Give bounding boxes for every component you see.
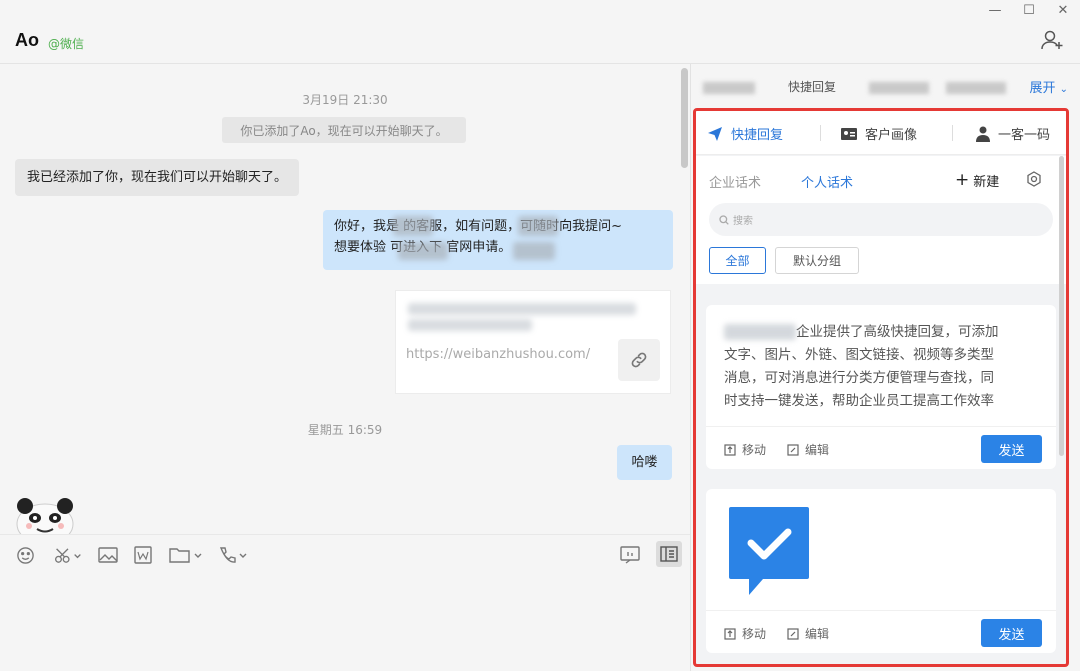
tab-enterprise-scripts[interactable]: 企业话术 bbox=[709, 172, 761, 191]
edit-button[interactable]: 编辑 bbox=[787, 441, 829, 458]
tab-one-customer-one-code[interactable]: 一客一码 bbox=[976, 124, 1050, 143]
tab-divider bbox=[820, 125, 821, 141]
card-line: 时支持一键发送，帮助企业员工提高工作效率 bbox=[724, 393, 994, 409]
word-icon[interactable] bbox=[134, 545, 152, 565]
tab-quick-reply-top[interactable]: 快捷回复 bbox=[788, 78, 836, 95]
add-user-icon[interactable] bbox=[1040, 28, 1064, 52]
redaction-blur bbox=[513, 242, 555, 260]
card-footer: 移动 编辑 发送 bbox=[706, 610, 1056, 653]
quick-reply-card[interactable]: 移动 编辑 发送 bbox=[706, 489, 1056, 653]
outgoing-message[interactable]: 哈喽 bbox=[617, 445, 672, 480]
redaction-blur bbox=[946, 82, 1006, 94]
chat-header: Ao @微信 bbox=[0, 20, 1080, 64]
timestamp: 星期五 16:59 bbox=[307, 423, 383, 437]
new-label: 新建 bbox=[973, 175, 1000, 190]
card-line: 消息，可对消息进行分类方便管理与查找，同 bbox=[724, 370, 994, 386]
plus-icon: + bbox=[955, 170, 970, 190]
tab-personal-scripts[interactable]: 个人话术 bbox=[801, 172, 853, 191]
expand-label: 展开 bbox=[1029, 81, 1056, 96]
card-line: 文字、图片、外链、图文链接、视频等多类型 bbox=[724, 347, 994, 363]
panel-divider[interactable] bbox=[690, 64, 691, 671]
message-input[interactable] bbox=[0, 576, 690, 671]
redaction-blur bbox=[398, 242, 448, 260]
send-button[interactable]: 发送 bbox=[981, 619, 1042, 647]
expand-button[interactable]: 展开 ⌄ bbox=[1029, 77, 1068, 96]
tab-label: 客户画像 bbox=[865, 128, 918, 143]
send-plane-icon bbox=[708, 126, 722, 141]
contact-name[interactable]: Ao bbox=[15, 30, 39, 51]
message-line: 想要体验 可进入下 官网申请。 bbox=[334, 240, 512, 255]
quick-reply-panel: 快捷回复 客户画像 一客一码 企业话术 个人话术 + 新建 搜索 全部 默认分组 … bbox=[693, 108, 1069, 667]
incoming-message[interactable]: 我已经添加了你，现在我们可以开始聊天了。 bbox=[15, 159, 300, 196]
link-card[interactable]: https://weibanzhushou.com/ bbox=[395, 290, 671, 394]
edit-button[interactable]: 编辑 bbox=[787, 625, 829, 642]
checkmark-chat-image bbox=[727, 505, 811, 595]
emoji-icon[interactable] bbox=[16, 545, 35, 565]
redaction-blur bbox=[393, 216, 433, 236]
move-button[interactable]: 移动 bbox=[724, 625, 766, 642]
search-placeholder: 搜索 bbox=[733, 216, 753, 227]
scissors-icon[interactable] bbox=[53, 545, 83, 565]
tab-label: 一客一码 bbox=[998, 128, 1051, 143]
search-icon bbox=[719, 214, 729, 225]
redaction-blur bbox=[408, 303, 636, 315]
new-button[interactable]: + 新建 bbox=[955, 170, 1000, 191]
move-label: 移动 bbox=[742, 627, 767, 641]
move-icon bbox=[724, 443, 736, 456]
timestamp: 3月19日 21:30 bbox=[302, 93, 388, 107]
redaction-blur bbox=[408, 319, 532, 331]
link-icon[interactable] bbox=[618, 339, 660, 381]
quick-reply-card[interactable]: 企业提供了高级快捷回复，可添加 文字、图片、外链、图文链接、视频等多类型 消息，… bbox=[706, 305, 1056, 469]
move-button[interactable]: 移动 bbox=[724, 441, 766, 458]
filter-all[interactable]: 全部 bbox=[709, 247, 766, 274]
search-input[interactable]: 搜索 bbox=[709, 203, 1053, 236]
contact-tag: @微信 bbox=[48, 37, 85, 51]
chat-messages[interactable]: 3月19日 21:30 你已添加了Ao，现在可以开始聊天了。 我已经添加了你，现… bbox=[0, 64, 690, 534]
redaction-blur bbox=[724, 324, 796, 340]
sidebar-panel-icon[interactable] bbox=[656, 541, 682, 567]
card-text: 企业提供了高级快捷回复，可添加 文字、图片、外链、图文链接、视频等多类型 消息，… bbox=[724, 321, 1039, 413]
redaction-blur bbox=[518, 216, 558, 236]
filter-default-group[interactable]: 默认分组 bbox=[775, 247, 859, 274]
chevron-down-icon: ⌄ bbox=[1059, 84, 1068, 95]
redaction-blur bbox=[869, 82, 929, 94]
system-message: 你已添加了Ao，现在可以开始聊天了。 bbox=[222, 117, 466, 143]
chat-scrollbar[interactable] bbox=[681, 68, 688, 168]
edit-label: 编辑 bbox=[805, 627, 830, 641]
quick-reply-controls: 企业话术 个人话术 + 新建 搜索 全部 默认分组 bbox=[696, 156, 1066, 284]
panel-tabs: 快捷回复 客户画像 一客一码 bbox=[696, 111, 1066, 155]
edit-icon bbox=[787, 627, 799, 640]
move-icon bbox=[724, 627, 736, 640]
window-controls: — ☐ ✕ bbox=[978, 0, 1080, 20]
outgoing-message[interactable]: 你好，我是 的客服，如有问题，可随时向我提问~ 想要体验 可进入下 官网申请。 bbox=[323, 210, 673, 270]
tab-label: 快捷回复 bbox=[731, 128, 784, 143]
send-button[interactable]: 发送 bbox=[981, 435, 1042, 463]
message-line: 你好，我是 的客服，如有问题，可随时向我提问~ bbox=[334, 219, 623, 234]
close-button[interactable]: ✕ bbox=[1046, 0, 1080, 20]
tab-divider bbox=[952, 125, 953, 141]
tab-quick-reply[interactable]: 快捷回复 bbox=[707, 124, 783, 143]
move-label: 移动 bbox=[742, 443, 767, 457]
edit-icon bbox=[787, 443, 799, 456]
image-icon[interactable] bbox=[98, 545, 118, 565]
tab-customer-profile[interactable]: 客户画像 bbox=[841, 124, 917, 143]
input-toolbar bbox=[0, 534, 690, 576]
chat-record-icon[interactable] bbox=[620, 545, 640, 565]
phone-icon[interactable] bbox=[218, 545, 248, 565]
edit-label: 编辑 bbox=[805, 443, 830, 457]
id-card-icon bbox=[841, 127, 857, 140]
person-icon bbox=[976, 126, 990, 142]
minimize-button[interactable]: — bbox=[978, 0, 1012, 20]
right-panel-header: 快捷回复 展开 ⌄ bbox=[691, 64, 1080, 107]
redaction-blur bbox=[703, 82, 755, 94]
gear-icon[interactable] bbox=[1026, 171, 1042, 187]
folder-icon[interactable] bbox=[169, 545, 203, 565]
panda-sticker-image[interactable] bbox=[15, 496, 75, 534]
link-url[interactable]: https://weibanzhushou.com/ bbox=[406, 347, 590, 362]
card-line: 企业提供了高级快捷回复，可添加 bbox=[724, 321, 1039, 344]
panel-scrollbar[interactable] bbox=[1059, 156, 1064, 456]
card-footer: 移动 编辑 发送 bbox=[706, 426, 1056, 469]
maximize-button[interactable]: ☐ bbox=[1012, 0, 1046, 20]
